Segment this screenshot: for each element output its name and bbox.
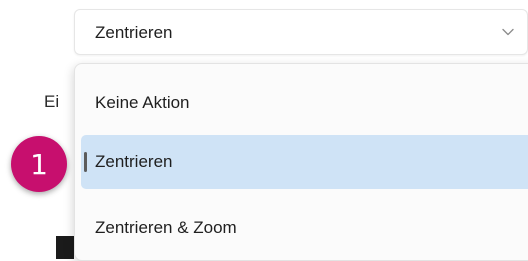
option-zentrieren-zoom[interactable]: Zentrieren & Zoom xyxy=(81,201,528,255)
option-label: Keine Aktion xyxy=(95,93,190,112)
selection-indicator xyxy=(84,152,87,172)
option-keine-aktion[interactable]: Keine Aktion xyxy=(81,76,528,130)
option-label: Zentrieren xyxy=(95,152,173,171)
combobox-value: Zentrieren xyxy=(95,23,173,42)
option-zentrieren[interactable]: Zentrieren xyxy=(81,135,528,189)
background-partial-label: Ei xyxy=(44,92,60,111)
option-label: Zentrieren & Zoom xyxy=(95,218,237,237)
background-dark-panel xyxy=(56,236,74,259)
step-badge: 1 xyxy=(11,136,67,192)
dropdown-list: Keine Aktion Zentrieren Zentrieren & Zoo… xyxy=(74,63,528,261)
chevron-down-icon xyxy=(501,25,515,39)
action-combobox[interactable]: Zentrieren xyxy=(74,9,528,55)
